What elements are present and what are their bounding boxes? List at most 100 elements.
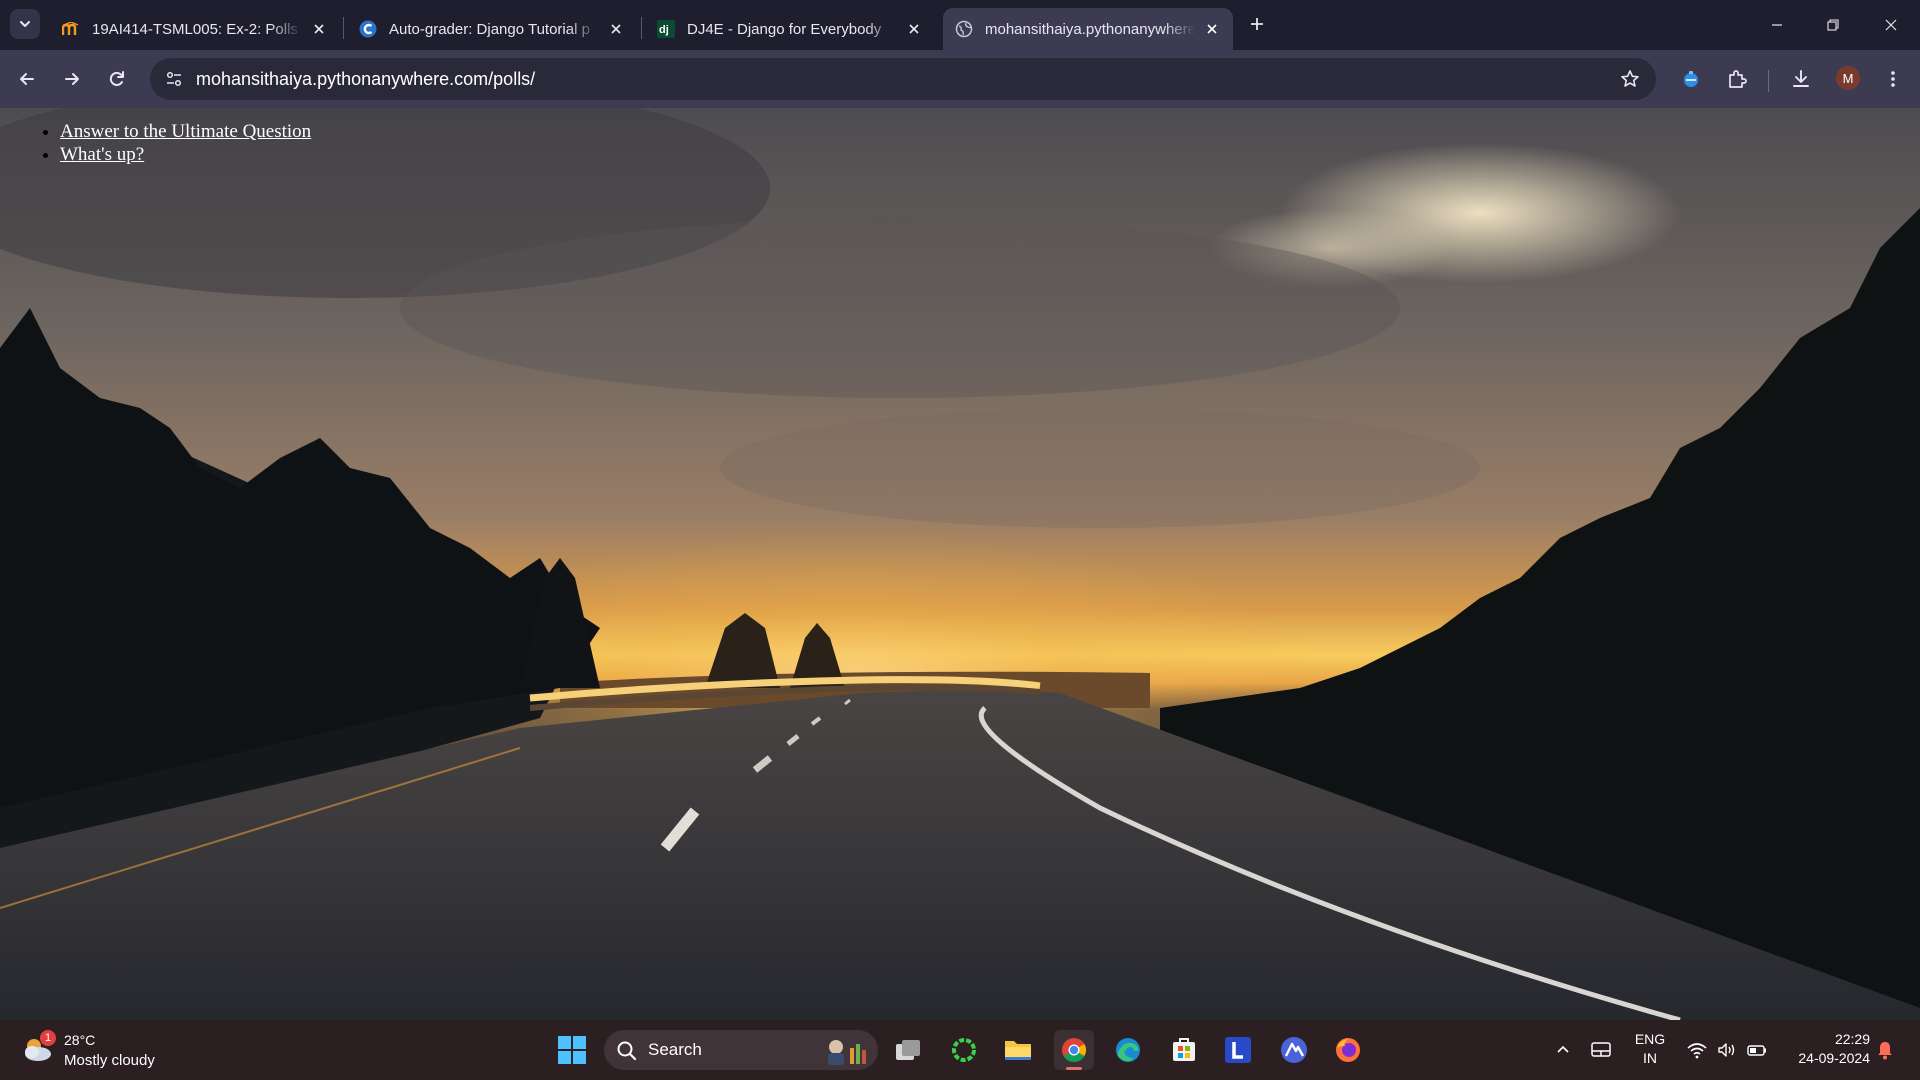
- django-favicon: dj: [657, 20, 675, 38]
- close-icon: [1885, 19, 1897, 31]
- new-tab-button[interactable]: [1245, 12, 1269, 36]
- wifi-button[interactable]: [1682, 1030, 1712, 1070]
- kebab-menu-icon: [1891, 71, 1895, 87]
- tab-title: DJ4E - Django for Everybody: [687, 20, 882, 38]
- close-window-button[interactable]: [1876, 10, 1906, 40]
- windows-taskbar: 1 28°C Mostly cloudy Search ENG IN 22:29…: [0, 1020, 1920, 1080]
- url-text[interactable]: mohansithaiya.pythonanywhere.com/polls/: [196, 69, 535, 90]
- language-code: ENG: [1634, 1031, 1666, 1047]
- tab-divider: [343, 17, 344, 39]
- tab-strip: 19AI414-TSML005: Ex-2: Polls u Auto-grad…: [0, 0, 1920, 50]
- extension-globe-icon: [1684, 71, 1698, 87]
- downloads-button[interactable]: [1786, 64, 1816, 94]
- battery-icon: [1747, 1045, 1766, 1056]
- profile-avatar[interactable]: M: [1836, 66, 1860, 90]
- triangle-app-icon: [1281, 1037, 1307, 1063]
- address-bar[interactable]: mohansithaiya.pythonanywhere.com/polls/: [150, 58, 1656, 100]
- taskbar-app-l[interactable]: [1218, 1030, 1258, 1070]
- list-item: Answer to the Ultimate Question: [60, 120, 311, 143]
- poll-link[interactable]: Answer to the Ultimate Question: [60, 121, 311, 142]
- extensions-button[interactable]: [1722, 64, 1752, 94]
- close-icon[interactable]: [607, 20, 625, 38]
- bell-icon: [1878, 1042, 1892, 1060]
- tray-display-button[interactable]: [1586, 1030, 1616, 1070]
- taskbar-search[interactable]: Search: [604, 1030, 878, 1070]
- poll-list: Answer to the Ultimate Question What's u…: [60, 120, 311, 166]
- start-button[interactable]: [554, 1032, 590, 1068]
- weather-widget[interactable]: 1 28°C Mostly cloudy: [20, 1028, 170, 1072]
- battery-button[interactable]: [1742, 1030, 1772, 1070]
- puzzle-icon: [1729, 70, 1747, 88]
- chevron-up-icon: [1557, 1045, 1569, 1053]
- clock-date: 24-09-2024: [1798, 1050, 1870, 1066]
- notifications-button[interactable]: [1870, 1030, 1900, 1070]
- folder-icon: [1005, 1041, 1031, 1060]
- tab-pythonanywhere[interactable]: mohansithaiya.pythonanywhere: [943, 8, 1233, 50]
- task-view-icon: [896, 1040, 920, 1060]
- poll-link[interactable]: What's up?: [60, 144, 144, 165]
- tab-search-button[interactable]: [10, 9, 40, 39]
- tab-title: Auto-grader: Django Tutorial p: [389, 20, 590, 38]
- display-icon: [1591, 1042, 1611, 1057]
- arrow-left-icon: [20, 73, 34, 85]
- list-item: What's up?: [60, 143, 311, 166]
- restore-icon: [1827, 19, 1839, 31]
- letter-l-app-icon: [1225, 1037, 1251, 1063]
- task-view-button[interactable]: [888, 1030, 928, 1070]
- taskbar-microsoft-store[interactable]: [1164, 1030, 1204, 1070]
- toolbar-divider: [1768, 70, 1769, 92]
- taskbar-firefox[interactable]: [1328, 1030, 1368, 1070]
- coursera-favicon: [359, 20, 377, 38]
- tab-auto-grader[interactable]: Auto-grader: Django Tutorial p: [347, 8, 637, 50]
- bookmark-star-icon[interactable]: [1618, 67, 1642, 91]
- notification-badge: 1: [40, 1030, 56, 1046]
- close-icon[interactable]: [310, 20, 328, 38]
- forward-button[interactable]: [57, 64, 87, 94]
- close-icon[interactable]: [905, 20, 923, 38]
- back-button[interactable]: [12, 64, 42, 94]
- restore-button[interactable]: [1818, 10, 1848, 40]
- taskbar-file-explorer[interactable]: [998, 1030, 1038, 1070]
- menu-button[interactable]: [1878, 64, 1908, 94]
- globe-favicon: [955, 20, 973, 38]
- wifi-icon: [1687, 1043, 1707, 1059]
- moodle-favicon: [62, 20, 80, 38]
- tab-dj4e[interactable]: dj DJ4E - Django for Everybody: [645, 8, 935, 50]
- minimize-button[interactable]: [1762, 10, 1792, 40]
- green-ring-app-icon: [952, 1038, 976, 1062]
- store-icon: [1173, 1038, 1195, 1061]
- taskbar-app-green-ring[interactable]: [944, 1030, 984, 1070]
- region-code: IN: [1643, 1050, 1657, 1066]
- extension-blue-button[interactable]: [1676, 64, 1706, 94]
- search-icon: [617, 1041, 637, 1061]
- minimize-icon: [1772, 24, 1782, 26]
- tab-title: 19AI414-TSML005: Ex-2: Polls u: [92, 20, 302, 38]
- background-photo: [0, 108, 1920, 1020]
- chrome-icon: [1062, 1038, 1087, 1063]
- taskbar-clock[interactable]: 22:29 24-09-2024: [1780, 1030, 1870, 1068]
- site-info-icon[interactable]: [160, 65, 188, 93]
- taskbar-app-triangle[interactable]: [1274, 1030, 1314, 1070]
- language-indicator[interactable]: ENG IN: [1630, 1030, 1670, 1068]
- close-icon[interactable]: [1203, 20, 1221, 38]
- windows-logo-icon: [558, 1036, 586, 1064]
- search-label: Search: [648, 1040, 702, 1059]
- volume-button[interactable]: [1712, 1030, 1742, 1070]
- chevron-down-icon: [20, 21, 30, 27]
- arrow-right-icon: [65, 73, 79, 85]
- speaker-icon: [1718, 1043, 1735, 1057]
- reload-button[interactable]: [102, 64, 132, 94]
- taskbar-chrome[interactable]: [1054, 1030, 1094, 1070]
- reload-icon: [109, 71, 124, 86]
- taskbar-edge[interactable]: [1108, 1030, 1148, 1070]
- edge-icon: [1116, 1038, 1140, 1062]
- tab-polls-exercise[interactable]: 19AI414-TSML005: Ex-2: Polls u: [50, 8, 340, 50]
- search-highlight-icon: [828, 1040, 866, 1065]
- weather-condition: Mostly cloudy: [64, 1052, 155, 1069]
- plus-icon: [1251, 18, 1263, 30]
- browser-toolbar: mohansithaiya.pythonanywhere.com/polls/ …: [0, 50, 1920, 108]
- active-indicator: [1066, 1067, 1082, 1070]
- clock-time: 22:29: [1834, 1031, 1870, 1047]
- show-hidden-icons-button[interactable]: [1548, 1030, 1578, 1070]
- firefox-icon: [1336, 1038, 1360, 1062]
